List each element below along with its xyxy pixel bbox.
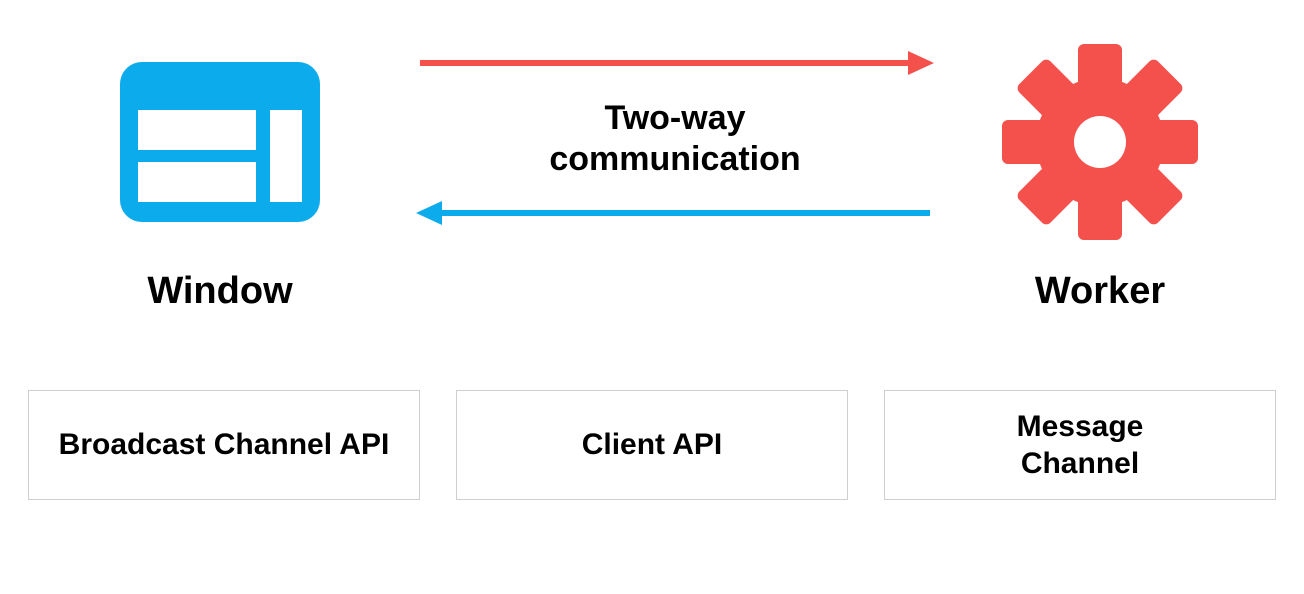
window-label: Window bbox=[60, 270, 380, 313]
window-icon-panel bbox=[270, 110, 302, 202]
box-label: Message Channel bbox=[1017, 408, 1144, 483]
arrow-right-icon bbox=[420, 51, 934, 75]
box-client-api: Client API bbox=[456, 390, 848, 500]
box-message-channel: Message Channel bbox=[884, 390, 1276, 500]
box-broadcast-channel-api: Broadcast Channel API bbox=[28, 390, 420, 500]
window-icon bbox=[120, 62, 320, 222]
worker-label: Worker bbox=[940, 270, 1260, 313]
box-label: Client API bbox=[582, 426, 723, 464]
center-label: Two-way communication bbox=[410, 98, 940, 181]
gear-icon bbox=[1000, 42, 1200, 242]
center-label-line2: communication bbox=[549, 140, 800, 178]
box-label: Broadcast Channel API bbox=[59, 426, 390, 464]
window-icon-panel bbox=[138, 110, 256, 150]
center-label-line1: Two-way bbox=[604, 99, 745, 137]
window-icon-panel bbox=[138, 162, 256, 202]
arrow-left-icon bbox=[416, 201, 930, 225]
box-label-line1: Message bbox=[1017, 410, 1144, 443]
diagram-stage: Two-way communication Window Worker Broa… bbox=[0, 0, 1304, 594]
box-label-line2: Channel bbox=[1021, 447, 1139, 480]
